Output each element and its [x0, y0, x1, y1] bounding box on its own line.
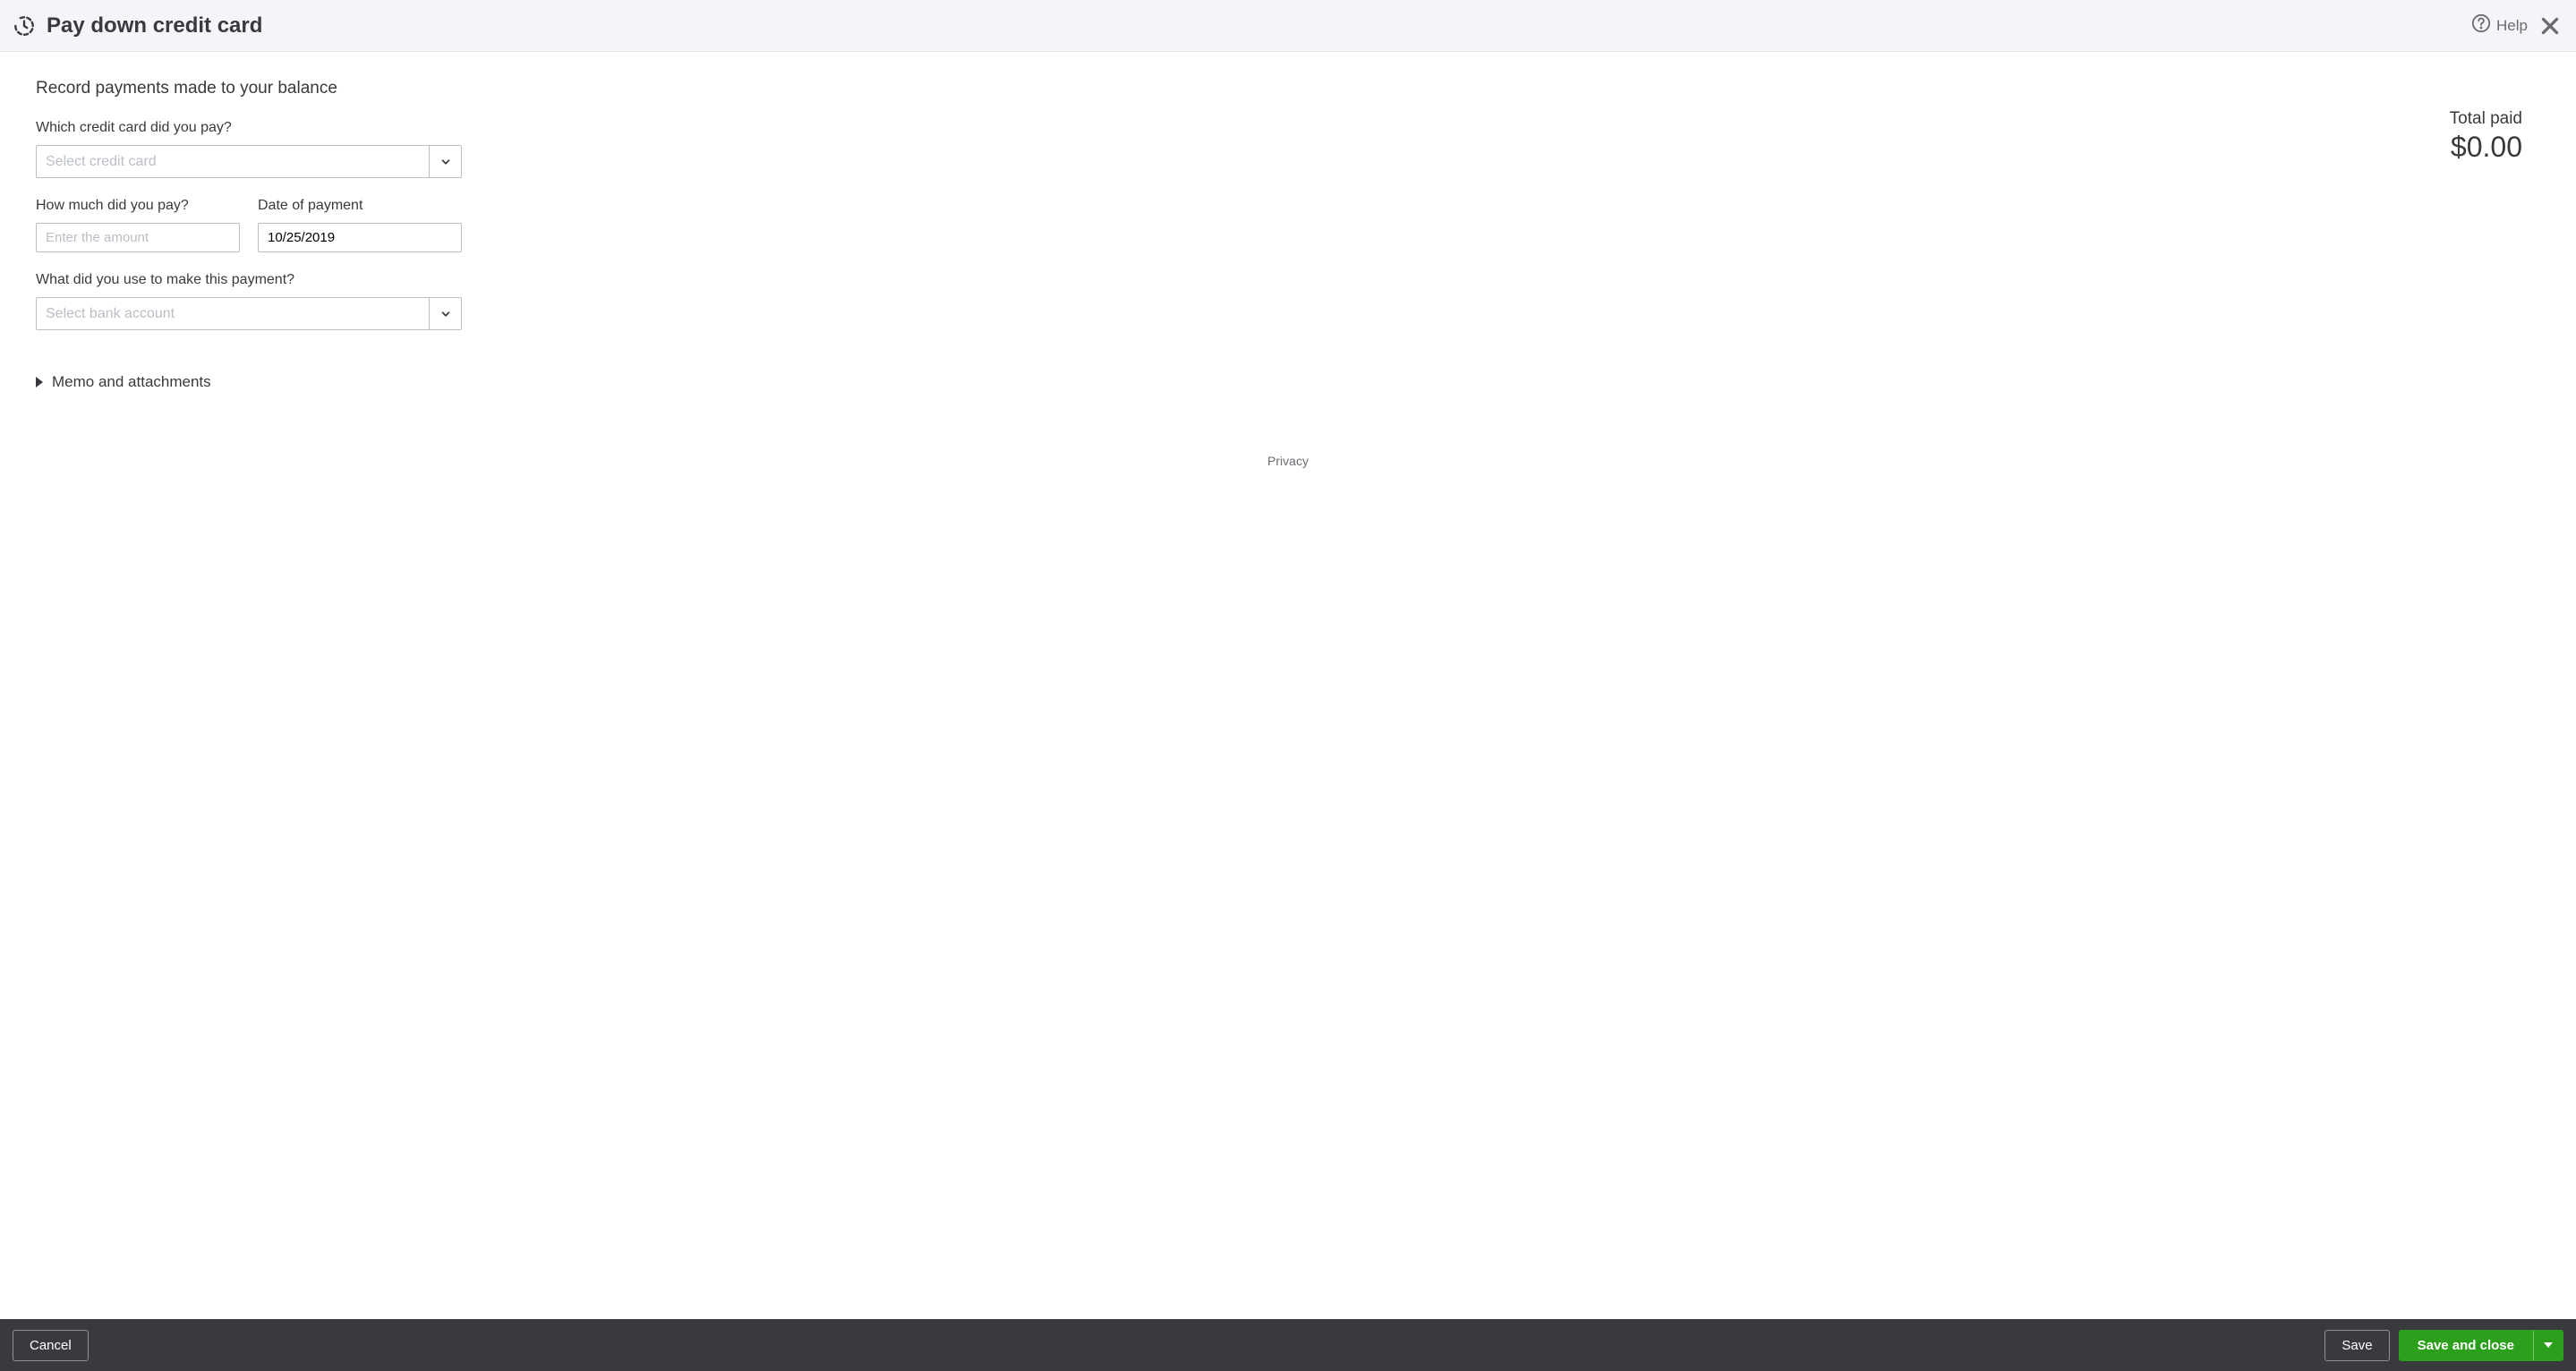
chevron-down-icon [439, 308, 452, 320]
help-button[interactable]: Help [2471, 13, 2528, 38]
privacy-link[interactable]: Privacy [36, 454, 2540, 468]
bank-combo [36, 297, 462, 330]
help-label: Help [2496, 17, 2528, 35]
header-left: Pay down credit card [13, 13, 262, 38]
save-and-close-button[interactable]: Save and close [2399, 1330, 2533, 1361]
section-subtitle: Record payments made to your balance [36, 79, 2540, 98]
date-input[interactable] [258, 223, 462, 252]
footer-bar: Cancel Save Save and close [0, 1319, 2576, 1371]
credit-card-field-group: Which credit card did you pay? [36, 120, 2540, 178]
caret-right-icon [36, 377, 43, 387]
date-label: Date of payment [258, 198, 462, 214]
history-icon[interactable] [13, 14, 36, 38]
cancel-button[interactable]: Cancel [13, 1330, 89, 1361]
help-icon [2471, 13, 2491, 38]
page-title: Pay down credit card [47, 13, 262, 38]
caret-down-icon [2544, 1342, 2553, 1348]
header-bar: Pay down credit card Help [0, 0, 2576, 52]
content-area: Total paid $0.00 Record payments made to… [0, 52, 2576, 495]
date-field-group: Date of payment [258, 198, 462, 252]
credit-card-dropdown-button[interactable] [429, 145, 462, 178]
memo-attachments-label: Memo and attachments [52, 373, 211, 391]
amount-label: How much did you pay? [36, 198, 240, 214]
amount-date-row: How much did you pay? Date of payment [36, 198, 2540, 252]
chevron-down-icon [439, 156, 452, 168]
footer-right: Save Save and close [2324, 1330, 2563, 1361]
credit-card-input[interactable] [36, 145, 429, 178]
amount-input[interactable] [36, 223, 240, 252]
bank-label: What did you use to make this payment? [36, 272, 2540, 288]
memo-attachments-expander[interactable]: Memo and attachments [36, 373, 2540, 391]
header-right: Help [2471, 13, 2563, 39]
total-paid-label: Total paid [2450, 109, 2522, 129]
save-button[interactable]: Save [2324, 1330, 2389, 1361]
credit-card-label: Which credit card did you pay? [36, 120, 2540, 136]
save-close-group: Save and close [2399, 1330, 2563, 1361]
total-paid-summary: Total paid $0.00 [2450, 109, 2522, 164]
save-and-close-dropdown[interactable] [2533, 1330, 2563, 1361]
close-button[interactable] [2537, 13, 2563, 39]
bank-field-group: What did you use to make this payment? [36, 272, 2540, 330]
bank-input[interactable] [36, 297, 429, 330]
bank-dropdown-button[interactable] [429, 297, 462, 330]
amount-field-group: How much did you pay? [36, 198, 240, 252]
credit-card-combo [36, 145, 462, 178]
total-paid-value: $0.00 [2450, 131, 2522, 164]
